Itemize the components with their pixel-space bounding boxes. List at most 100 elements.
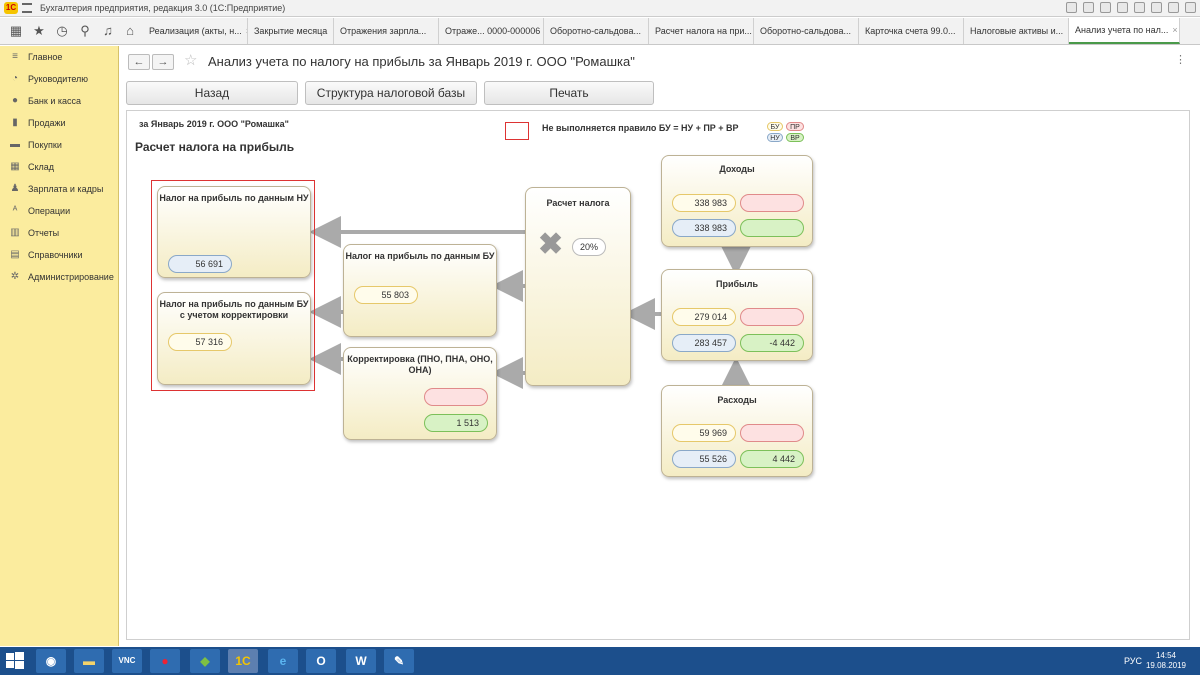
minimize-icon[interactable]: [1151, 2, 1162, 13]
sidebar-item-main[interactable]: ≡ Главное: [0, 46, 118, 68]
calculator-icon[interactable]: [1117, 2, 1128, 13]
value-correction-pr[interactable]: [424, 388, 488, 406]
history-icon[interactable]: ◷: [54, 23, 70, 39]
clock[interactable]: 14:54 19.08.2019: [1146, 651, 1186, 671]
main-menu-icon[interactable]: [22, 3, 32, 13]
sidebar-item-label: Склад: [28, 162, 55, 172]
app-icon-red[interactable]: ●: [150, 649, 180, 673]
print-button[interactable]: Печать: [484, 81, 654, 105]
value-profit-bu[interactable]: 279 014: [672, 308, 736, 326]
tab-item[interactable]: Оборотно-сальдова...: [754, 18, 859, 44]
tab-item[interactable]: Отраже... 0000-000006: [439, 18, 544, 44]
sidebar-item-purchases[interactable]: ▬ Покупки: [0, 134, 118, 156]
tab-item[interactable]: Налоговые активы и...: [964, 18, 1069, 44]
tab-item[interactable]: Реализация (акты, н...×: [143, 18, 248, 44]
sidebar-item-warehouse[interactable]: ▦ Склад: [0, 156, 118, 178]
tab-label: Отражения зарпла...: [340, 26, 427, 36]
value-tax-bu[interactable]: 55 803: [354, 286, 418, 304]
window-title: Бухгалтерия предприятия, редакция 3.0 (1…: [40, 3, 286, 13]
vnc-icon[interactable]: VNC: [112, 649, 142, 673]
close-window-icon[interactable]: [1185, 2, 1196, 13]
back-button[interactable]: Назад: [126, 81, 298, 105]
card-income: Доходы 338 983 338 983: [661, 155, 813, 247]
apps-grid-icon[interactable]: ▦: [8, 23, 24, 39]
sidebar-item-operations[interactable]: ᴬ Операции: [0, 200, 118, 222]
card-profit: Прибыль 279 014 283 457 -4 442: [661, 269, 813, 361]
tab-item[interactable]: Оборотно-сальдова...: [544, 18, 649, 44]
card-title: Корректировка (ПНО, ПНА, ОНО, ОНА): [347, 354, 493, 375]
tab-label: Отраже... 0000-000006: [445, 26, 541, 36]
sidebar-item-reports[interactable]: ▥ Отчеты: [0, 222, 118, 244]
paint-icon[interactable]: ✎: [384, 649, 414, 673]
card-tax-calculation: Расчет налога ✖ 20%: [525, 187, 631, 386]
report-icon: ▥: [10, 227, 20, 238]
sidebar-item-sales[interactable]: ▮ Продажи: [0, 112, 118, 134]
explorer-folder-icon[interactable]: ▬: [74, 649, 104, 673]
windows-start-icon[interactable]: [6, 652, 24, 670]
home-icon[interactable]: ⌂: [122, 23, 138, 39]
print-icon[interactable]: [1066, 2, 1077, 13]
tab-label: Закрытие месяца: [254, 26, 328, 36]
value-expenses-nu[interactable]: 55 526: [672, 450, 736, 468]
sidebar-item-bank[interactable]: ● Банк и касса: [0, 90, 118, 112]
value-tax-rate[interactable]: 20%: [572, 238, 606, 256]
1c-app-icon[interactable]: 1С: [228, 649, 258, 673]
value-expenses-bu[interactable]: 59 969: [672, 424, 736, 442]
tax-base-structure-button[interactable]: Структура налоговой базы: [305, 81, 477, 105]
close-icon[interactable]: ×: [1172, 18, 1177, 42]
more-icon[interactable]: ⋮: [1175, 53, 1186, 66]
maximize-icon[interactable]: [1168, 2, 1179, 13]
value-profit-vr[interactable]: -4 442: [740, 334, 804, 352]
value-correction-vr[interactable]: 1 513: [424, 414, 488, 432]
sidebar-item-manager[interactable]: ◔ Руководителю: [0, 68, 118, 90]
sidebar-item-label: Справочники: [28, 250, 83, 260]
window-tools: [1066, 2, 1196, 13]
value-expenses-vr[interactable]: 4 442: [740, 450, 804, 468]
value-income-vr[interactable]: [740, 219, 804, 237]
calendar-icon[interactable]: [1100, 2, 1111, 13]
forward-arrow-icon[interactable]: →: [152, 54, 174, 70]
card-expenses: Расходы 59 969 55 526 4 442: [661, 385, 813, 477]
sidebar-item-salary[interactable]: ♟ Зарплата и кадры: [0, 178, 118, 200]
tab-label: Оборотно-сальдова...: [760, 26, 851, 36]
sidebar-item-catalogs[interactable]: ▤ Справочники: [0, 244, 118, 266]
tab-item[interactable]: Отражения зарпла...: [334, 18, 439, 44]
info-icon[interactable]: [1134, 2, 1145, 13]
tab-item[interactable]: Карточка счета 99.0...: [859, 18, 964, 44]
tab-label: Налоговые активы и...: [970, 26, 1064, 36]
value-income-bu[interactable]: 338 983: [672, 194, 736, 212]
value-profit-nu[interactable]: 283 457: [672, 334, 736, 352]
tab-item[interactable]: Закрытие месяца: [248, 18, 334, 44]
card-title: Налог на прибыль по данным БУ: [345, 251, 495, 261]
chrome-icon[interactable]: ◉: [36, 649, 66, 673]
value-expenses-pr[interactable]: [740, 424, 804, 442]
sidebar-item-label: Банк и касса: [28, 96, 81, 106]
tab-label: Карточка счета 99.0...: [865, 26, 956, 36]
tab-item-active[interactable]: Анализ учета по нал... ×: [1069, 18, 1180, 44]
value-tax-bu-adjusted[interactable]: 57 316: [168, 333, 232, 351]
search-icon[interactable]: ⚲: [77, 23, 93, 39]
favorites-star-icon[interactable]: ★: [31, 23, 47, 39]
clock-date: 19.08.2019: [1145, 661, 1186, 670]
value-income-pr[interactable]: [740, 194, 804, 212]
sidebar-item-label: Операции: [28, 206, 71, 216]
save-icon[interactable]: [1083, 2, 1094, 13]
value-tax-nu[interactable]: 56 691: [168, 255, 232, 273]
menu-icon: ≡: [12, 51, 18, 62]
back-arrow-icon[interactable]: ←: [128, 54, 150, 70]
internet-explorer-icon[interactable]: e: [268, 649, 298, 673]
nav-buttons: ← →: [128, 52, 174, 72]
tab-item[interactable]: Расчет налога на при...: [649, 18, 754, 44]
word-icon[interactable]: W: [346, 649, 376, 673]
tab-strip: Реализация (акты, н...× Закрытие месяца …: [143, 18, 1200, 45]
favorite-star-icon[interactable]: ☆: [184, 51, 197, 69]
android-icon[interactable]: ◆: [190, 649, 220, 673]
clock-time: 14:54: [1155, 651, 1176, 660]
sidebar-item-admin[interactable]: ✲ Администрирование: [0, 266, 118, 288]
value-income-nu[interactable]: 338 983: [672, 219, 736, 237]
outlook-icon[interactable]: O: [306, 649, 336, 673]
bell-icon[interactable]: ♫: [100, 23, 116, 39]
card-tax-bu-adjusted: Налог на прибыль по данным БУ с учетом к…: [157, 292, 311, 385]
keyboard-language[interactable]: РУС: [1124, 656, 1142, 666]
value-profit-pr[interactable]: [740, 308, 804, 326]
